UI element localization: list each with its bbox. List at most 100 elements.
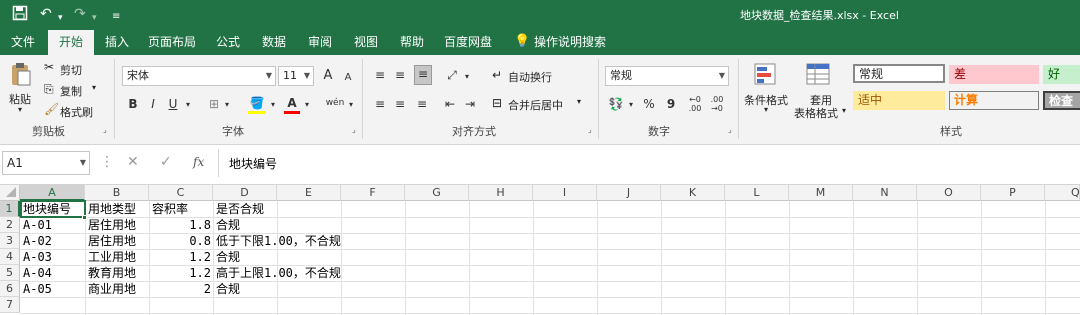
enter-icon[interactable]: ✓	[160, 154, 172, 170]
tell-me-search[interactable]: 操作说明搜索	[534, 30, 610, 55]
style-check-cell[interactable]: 检查单	[1043, 91, 1080, 110]
cell-b2[interactable]: 居住用地	[86, 217, 149, 233]
tab-help[interactable]: 帮助	[392, 30, 432, 55]
cell-d1[interactable]: 是否合规	[214, 201, 277, 217]
tab-formulas[interactable]: 公式	[208, 30, 248, 55]
cell-b5[interactable]: 教育用地	[86, 265, 149, 281]
format-as-table-icon[interactable]	[806, 63, 832, 90]
copy-button[interactable]: 复制	[60, 83, 82, 99]
tab-baidu-netdisk[interactable]: 百度网盘	[438, 30, 498, 55]
cell-d6[interactable]: 合规	[214, 281, 277, 297]
copy-dropdown-icon[interactable]: ▾	[92, 83, 96, 92]
column-header[interactable]: L	[725, 185, 789, 201]
borders-icon[interactable]: ⊞	[206, 96, 222, 112]
phonetic-guide-icon[interactable]: wén	[324, 95, 346, 111]
tab-insert[interactable]: 插入	[98, 30, 136, 55]
cell-b6[interactable]: 商业用地	[86, 281, 149, 297]
cell-a2[interactable]: A-01	[21, 217, 85, 233]
copy-icon[interactable]: ⎘	[44, 82, 54, 97]
conditional-formatting-icon[interactable]	[754, 63, 780, 90]
undo-icon[interactable]: ↶	[40, 5, 52, 23]
orientation-dropdown-icon[interactable]: ▾	[462, 69, 472, 85]
format-as-table-dropdown-icon[interactable]: ▾	[842, 106, 846, 115]
cell-b4[interactable]: 工业用地	[86, 249, 149, 265]
customize-quick-access-icon[interactable]: ≡	[112, 8, 120, 26]
row-header[interactable]: 5	[0, 265, 20, 281]
cell-a5[interactable]: A-04	[21, 265, 85, 281]
column-header[interactable]: O	[917, 185, 981, 201]
column-header[interactable]: J	[597, 185, 661, 201]
decrease-decimal-icon[interactable]: .00 →0	[708, 95, 726, 113]
row-header[interactable]: 3	[0, 233, 20, 249]
column-header[interactable]: I	[533, 185, 597, 201]
align-top-icon[interactable]: ≡	[372, 67, 388, 83]
align-left-icon[interactable]: ≡	[372, 96, 388, 112]
undo-dropdown-icon[interactable]: ▾	[58, 9, 63, 27]
tab-page-layout[interactable]: 页面布局	[142, 30, 202, 55]
increase-font-size-icon[interactable]: A	[320, 68, 336, 84]
increase-indent-icon[interactable]: ⇥	[462, 96, 478, 112]
orientation-icon[interactable]: ⤢	[444, 67, 460, 83]
column-header[interactable]: N	[853, 185, 917, 201]
cell-d4[interactable]: 合规	[214, 249, 277, 265]
cell-b3[interactable]: 居住用地	[86, 233, 149, 249]
decrease-font-size-icon[interactable]: A	[340, 70, 356, 86]
format-painter-icon[interactable]: 🖌	[44, 102, 59, 116]
cancel-icon[interactable]: ✕	[127, 154, 139, 170]
cell-a1[interactable]: 地块编号	[21, 201, 85, 217]
font-name-combo[interactable]: 宋体 ▼	[122, 66, 276, 86]
redo-dropdown-icon[interactable]: ▾	[92, 9, 97, 27]
fill-color-dropdown-icon[interactable]: ▾	[268, 97, 278, 113]
underline-dropdown-icon[interactable]: ▾	[183, 97, 193, 113]
insert-function-button[interactable]: fx	[193, 155, 204, 169]
paste-dropdown-icon[interactable]: ▾	[18, 105, 22, 114]
cell-d2[interactable]: 合规	[214, 217, 277, 233]
column-header[interactable]: F	[341, 185, 405, 201]
tab-file[interactable]: 文件	[4, 30, 42, 55]
align-center-icon[interactable]: ≡	[392, 96, 408, 112]
column-header[interactable]: H	[469, 185, 533, 201]
font-color-icon[interactable]: A	[284, 95, 300, 114]
underline-button[interactable]: U	[166, 96, 180, 112]
style-normal[interactable]: 常规	[853, 64, 945, 83]
column-header[interactable]: A	[20, 185, 85, 201]
column-header[interactable]: K	[661, 185, 725, 201]
borders-dropdown-icon[interactable]: ▾	[222, 97, 232, 113]
cell-c1[interactable]: 容积率	[150, 201, 213, 217]
fill-color-icon[interactable]: 🪣	[248, 95, 266, 114]
percent-style-button[interactable]: %	[642, 96, 656, 112]
tab-view[interactable]: 视图	[346, 30, 386, 55]
column-header[interactable]: Q	[1045, 185, 1080, 201]
font-size-combo[interactable]: 11 ▼	[278, 66, 314, 86]
fill-handle[interactable]	[82, 215, 87, 220]
dialog-launcher-icon[interactable]: ⌟	[728, 125, 732, 134]
conditional-dropdown-icon[interactable]: ▾	[764, 105, 768, 114]
italic-button[interactable]: I	[146, 96, 160, 112]
cell-a4[interactable]: A-03	[21, 249, 85, 265]
merge-center-icon[interactable]: ⊟	[492, 96, 502, 110]
cut-button[interactable]: 剪切	[60, 62, 82, 78]
cell-c5[interactable]: 1.2	[150, 265, 213, 281]
comma-style-button[interactable]: 9	[664, 96, 678, 112]
format-painter-button[interactable]: 格式刷	[60, 104, 93, 120]
wrap-text-icon[interactable]: ↵	[492, 68, 502, 82]
dialog-launcher-icon[interactable]: ⌟	[588, 125, 592, 134]
number-format-combo[interactable]: 常规 ▼	[605, 66, 729, 86]
align-middle-icon[interactable]: ≡	[392, 67, 408, 83]
cell-c4[interactable]: 1.2	[150, 249, 213, 265]
name-box[interactable]: A1 ▼	[2, 151, 90, 175]
decrease-indent-icon[interactable]: ⇤	[442, 96, 458, 112]
cell-c6[interactable]: 2	[150, 281, 213, 297]
column-header[interactable]: G	[405, 185, 469, 201]
merge-dropdown-icon[interactable]: ▾	[577, 97, 581, 106]
column-header[interactable]: E	[277, 185, 341, 201]
cell-d5[interactable]: 高于上限1.00，不合规	[214, 265, 341, 281]
cell-a3[interactable]: A-02	[21, 233, 85, 249]
style-neutral[interactable]: 适中	[853, 91, 945, 110]
merge-center-button[interactable]: 合并后居中	[508, 97, 563, 113]
cell-c2[interactable]: 1.8	[150, 217, 213, 233]
column-header[interactable]: D	[213, 185, 277, 201]
row-header[interactable]: 1	[0, 201, 20, 217]
cell-a6[interactable]: A-05	[21, 281, 85, 297]
format-as-table-line2[interactable]: 表格格式	[794, 105, 838, 121]
